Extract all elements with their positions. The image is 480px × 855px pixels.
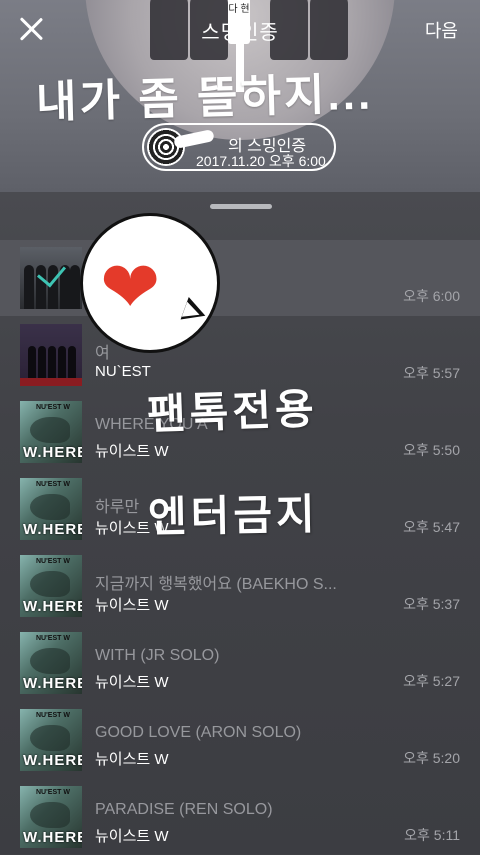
- list-item[interactable]: NU'EST W W.HERE PARADISE (REN SOLO) 뉴이스트 W 오…: [0, 779, 480, 855]
- list-item[interactable]: NU'EST W W.HERE WITH (JR SOLO) 뉴이스트 W 오후 5:2…: [0, 625, 480, 701]
- album-art-label: W.HERE: [23, 521, 82, 538]
- album-art-shape: [30, 802, 70, 828]
- album-art: NU'EST W W.HERE: [20, 555, 82, 617]
- album-art-tag: NU'EST W: [36, 712, 70, 719]
- overlay-handwriting: 내가 좀 뜰하지...: [35, 69, 374, 128]
- album-art-label: W.HERE: [23, 598, 82, 615]
- list-item[interactable]: NU'EST W W.HERE 지금까지 행복했어요 (BAEKHO S... 뉴이스…: [0, 548, 480, 624]
- album-art-label: W.HERE: [23, 752, 82, 769]
- song-time: 오후 5:57: [403, 365, 460, 381]
- album-art-figure: [48, 346, 56, 378]
- song-time: 오후 5:47: [403, 519, 460, 535]
- album-art-tag: NU'EST W: [36, 404, 70, 411]
- album-art-tag: NU'EST W: [36, 789, 70, 796]
- song-artist: 뉴이스트 W: [95, 443, 169, 460]
- auth-date: 2017.11.20 오후 6:00: [196, 153, 326, 169]
- censor-scribble: [173, 128, 215, 150]
- album-art: [20, 324, 82, 386]
- album-art-shape: [30, 494, 70, 520]
- list-item[interactable]: NU'EST W W.HERE GOOD LOVE (ARON SOLO) 뉴이스트 …: [0, 702, 480, 778]
- song-title: 하루만: [95, 499, 140, 516]
- song-artist: 뉴이스트 W: [95, 751, 169, 768]
- streaming-auth-badge: 의 스밍인증 2017.11.20 오후 6:00: [142, 123, 336, 171]
- album-art-figure: [38, 346, 46, 378]
- song-title: 여: [95, 345, 110, 362]
- album-art-tag: NU'EST W: [36, 481, 70, 488]
- song-time: 오후 5:27: [403, 673, 460, 689]
- next-button[interactable]: 다음: [425, 17, 458, 43]
- album-art-tag: NU'EST W: [36, 635, 70, 642]
- song-artist: 뉴이스트 W: [95, 597, 169, 614]
- song-artist: NU`EST: [95, 363, 151, 380]
- song-artist: 뉴이스트 W: [95, 674, 169, 691]
- song-time: 오후 5:11: [404, 827, 460, 843]
- album-art-bar: [20, 378, 82, 386]
- page-title: 스밍인증: [201, 22, 279, 44]
- album-art-figure: [58, 346, 66, 378]
- album-art-figure: [28, 346, 36, 378]
- drag-handle[interactable]: [210, 204, 272, 209]
- song-title: GOOD LOVE (ARON SOLO): [95, 724, 302, 741]
- album-art-figure: [68, 346, 76, 378]
- header: 다 현 스밍인증 다음 내가 좀 뜰하지... 의 스밍인증 2017.11.2…: [0, 0, 480, 192]
- album-art-shape: [30, 571, 70, 597]
- album-art-label: W.HERE: [23, 675, 82, 692]
- album-art-label: W.HERE: [23, 829, 82, 846]
- song-title: 지금까지 행복했어요 (BAEKHO S...: [95, 576, 337, 593]
- song-time: 오후 5:20: [403, 750, 460, 766]
- song-title: PARADISE (REN SOLO): [95, 801, 273, 818]
- album-art-label: W.HERE: [23, 444, 82, 461]
- list-item[interactable]: 오후 6:00: [0, 240, 480, 316]
- song-title: WITH (JR SOLO): [95, 647, 220, 664]
- heart-icon: ❤: [100, 248, 161, 328]
- album-art-shape: [30, 648, 70, 674]
- album-art-shape: [30, 417, 70, 443]
- sticker-text-fantalk: 팬톡전용: [146, 385, 319, 438]
- song-time: 오후 5:50: [403, 442, 460, 458]
- song-time: 오후 6:00: [403, 288, 460, 304]
- album-art-shape: [30, 725, 70, 751]
- sticker-text-no-enter: 엔터금지: [147, 490, 320, 541]
- album-art: NU'EST W W.HERE: [20, 632, 82, 694]
- song-artist: 뉴이스트 W: [95, 828, 169, 845]
- album-art-tag: NU'EST W: [36, 558, 70, 565]
- album-art: NU'EST W W.HERE: [20, 478, 82, 540]
- album-art: NU'EST W W.HERE: [20, 709, 82, 771]
- song-time: 오후 5:37: [403, 596, 460, 612]
- album-art-figure: [24, 265, 34, 309]
- album-art: NU'EST W W.HERE: [20, 401, 82, 463]
- album-art-figure: [70, 265, 80, 309]
- album-art: NU'EST W W.HERE: [20, 786, 82, 848]
